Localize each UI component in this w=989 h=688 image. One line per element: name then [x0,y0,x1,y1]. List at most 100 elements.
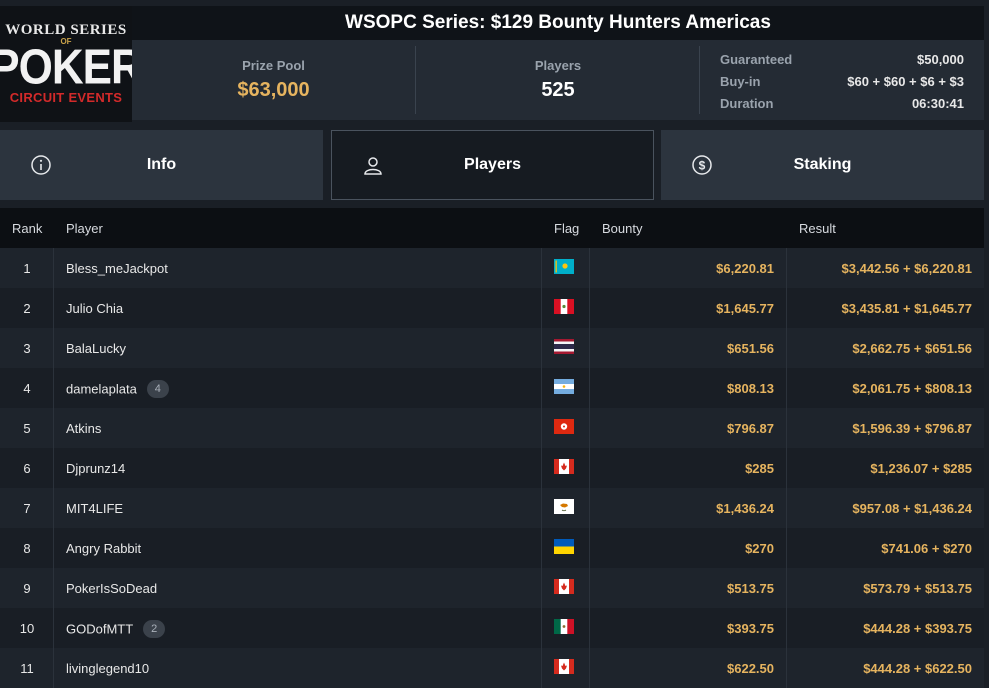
player-name: MIT4LIFE [66,501,124,516]
players-value: 525 [541,79,575,101]
player-badge: 2 [143,620,166,638]
table-row[interactable]: 6 Djprunz14 $285 $1,236.07 + $285 [0,448,984,488]
cell-divider [53,328,54,368]
guaranteed-row: Guaranteed $50,000 [720,49,964,71]
cell-divider [53,368,54,408]
guaranteed-value: $50,000 [917,52,964,67]
flag-canada-icon [554,459,574,474]
cell-divider [589,368,590,408]
table-row[interactable]: 8 Angry Rabbit $270 $741.06 + $270 [0,528,984,568]
player-cell[interactable]: livinglegend10 [66,661,149,676]
player-name: Atkins [66,421,102,436]
player-cell[interactable]: Angry Rabbit [66,541,141,556]
rank-cell: 11 [20,661,34,676]
player-cell[interactable]: GODofMTT 2 [66,620,166,639]
header-player[interactable]: Player [66,221,103,236]
cell-divider [53,528,54,568]
table-row[interactable]: 4 damelaplata 4 $808.13 $2,061.75 + $808.13 [0,368,984,408]
prize-pool-value: $63,000 [237,79,310,101]
result-cell: $3,435.81 + $1,645.77 [841,301,972,316]
tournament-title: WSOPC Series: $129 Bounty Hunters Americ… [132,6,984,40]
cell-divider [53,568,54,608]
result-cell: $1,596.39 + $796.87 [852,421,972,436]
rank-cell: 3 [23,341,31,356]
cell-divider [53,288,54,328]
cell-divider [786,408,787,448]
player-cell[interactable]: PokerIsSoDead [66,581,157,596]
player-cell[interactable]: Djprunz14 [66,461,125,476]
player-name: BalaLucky [66,341,126,356]
table-row[interactable]: 11 livinglegend10 $622.50 $444.28 + $622.50 [0,648,984,688]
table-row[interactable]: 2 Julio Chia $1,645.77 $3,435.81 + $1,645.7… [0,288,984,328]
cell-divider [53,648,54,688]
wsop-logo: WORLD SERIES OF POKER CIRCUIT EVENTS [0,6,143,122]
result-cell: $444.28 + $393.75 [863,621,972,636]
player-name: Djprunz14 [66,461,126,476]
buyin-value: $60 + $60 + $6 + $3 [847,74,964,89]
table-body: 1 Bless_meJackpot $6,220.81 $3,442.56 + $6,… [0,248,984,688]
cell-divider [541,568,542,608]
player-cell[interactable]: Atkins [66,421,101,436]
buyin-label: Buy-in [720,74,761,89]
tournament-header: WORLD SERIES OF POKER CIRCUIT EVENTS WSO… [0,0,989,124]
cell-divider [589,408,590,448]
header-rank[interactable]: Rank [12,221,42,236]
stats-panel: Prize Pool $63,000 Players 525 Guarantee… [132,40,984,120]
tab-bar: Info Players $ Staking [0,130,989,200]
tab-staking[interactable]: $ Staking [661,130,984,200]
rank-cell: 4 [23,381,31,396]
cell-divider [786,368,787,408]
dollar-icon: $ [692,155,712,175]
cell-divider [786,568,787,608]
cell-divider [541,528,542,568]
header-bounty[interactable]: Bounty [602,221,642,236]
player-name: PokerIsSoDead [66,581,158,596]
player-name: Angry Rabbit [66,541,142,556]
player-cell[interactable]: MIT4LIFE [66,501,123,516]
player-cell[interactable]: Julio Chia [66,301,123,316]
duration-row: Duration 06:30:41 [720,93,964,115]
bounty-cell: $270 [745,541,774,556]
table-row[interactable]: 3 BalaLucky $651.56 $2,662.75 + $651.56 [0,328,984,368]
player-name: damelaplata [66,381,137,397]
bounty-cell: $622.50 [727,661,774,676]
tab-staking-label: Staking [793,156,852,173]
rank-cell: 6 [23,461,31,476]
cell-divider [589,568,590,608]
player-cell[interactable]: Bless_meJackpot [66,261,168,276]
cell-divider [589,248,590,288]
cell-divider [786,488,787,528]
table-row[interactable]: 1 Bless_meJackpot $6,220.81 $3,442.56 + $6,… [0,248,984,288]
cell-divider [786,448,787,488]
cell-divider [786,528,787,568]
rank-cell: 5 [23,421,31,436]
table-row[interactable]: 10 GODofMTT 2 $393.75 $444.28 + $393.75 [0,608,984,648]
table-row[interactable]: 5 Atkins $796.87 $1,596.39 + $796.87 [0,408,984,448]
cell-divider [541,288,542,328]
player-cell[interactable]: damelaplata 4 [66,380,169,399]
bounty-cell: $6,220.81 [716,261,774,276]
tab-info[interactable]: Info [0,130,323,200]
bounty-cell: $285 [745,461,774,476]
player-name: GODofMTT [66,621,134,637]
header-result[interactable]: Result [799,221,836,236]
bounty-cell: $796.87 [727,421,774,436]
table-row[interactable]: 9 PokerIsSoDead $513.75 $573.79 + $513.75 [0,568,984,608]
buyin-row: Buy-in $60 + $60 + $6 + $3 [720,71,964,93]
divider [699,46,700,114]
cell-divider [541,648,542,688]
duration-label: Duration [720,96,774,111]
table-row[interactable]: 7 MIT4LIFE $1,436.24 $957.08 + $1,436.24 [0,488,984,528]
bounty-cell: $1,436.24 [716,501,774,516]
player-badge: 4 [146,380,169,398]
cell-divider [53,488,54,528]
cell-divider [589,648,590,688]
cell-divider [786,248,787,288]
player-cell[interactable]: BalaLucky [66,341,126,356]
cell-divider [541,488,542,528]
header-flag[interactable]: Flag [554,221,579,236]
tab-players[interactable]: Players [331,130,654,200]
cell-divider [786,608,787,648]
rank-cell: 10 [19,621,35,636]
bounty-cell: $393.75 [727,621,774,636]
